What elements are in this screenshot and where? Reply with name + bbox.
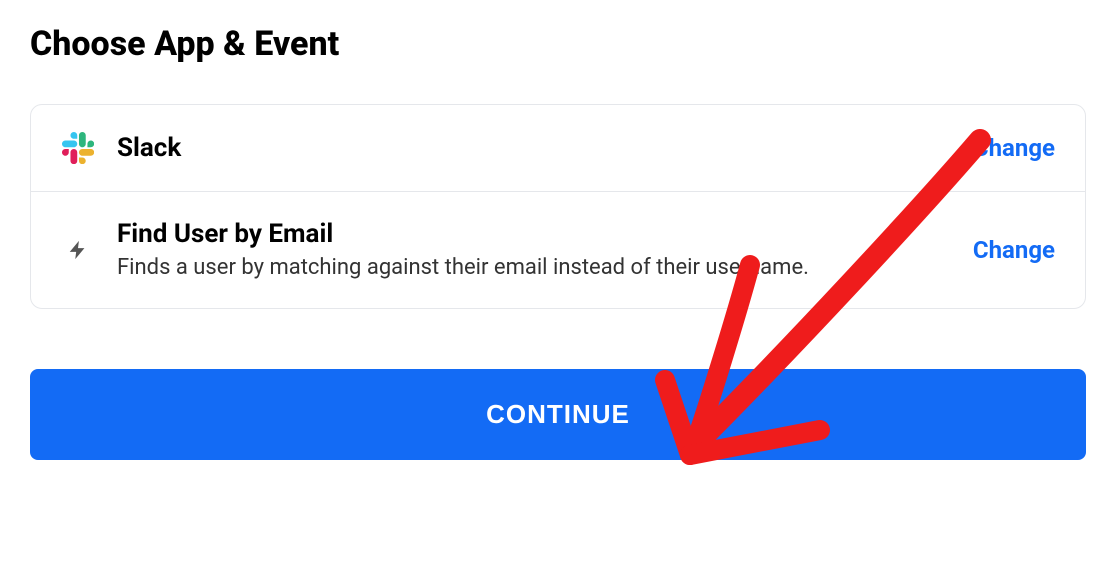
app-event-card: Slack Change Find User by Email Finds a … bbox=[30, 104, 1086, 309]
page-heading: Choose App & Event bbox=[30, 24, 1086, 64]
event-description: Finds a user by matching against their e… bbox=[117, 253, 951, 283]
continue-button[interactable]: CONTINUE bbox=[30, 369, 1086, 460]
change-event-link[interactable]: Change bbox=[973, 236, 1055, 264]
app-row-body: Slack bbox=[117, 132, 951, 165]
slack-icon bbox=[61, 131, 95, 165]
lightning-icon bbox=[61, 233, 95, 267]
event-row: Find User by Email Finds a user by match… bbox=[31, 191, 1085, 308]
event-row-body: Find User by Email Finds a user by match… bbox=[117, 218, 951, 282]
change-app-link[interactable]: Change bbox=[973, 134, 1055, 162]
app-title: Slack bbox=[117, 132, 951, 165]
event-title: Find User by Email bbox=[117, 218, 951, 251]
app-row: Slack Change bbox=[31, 105, 1085, 191]
